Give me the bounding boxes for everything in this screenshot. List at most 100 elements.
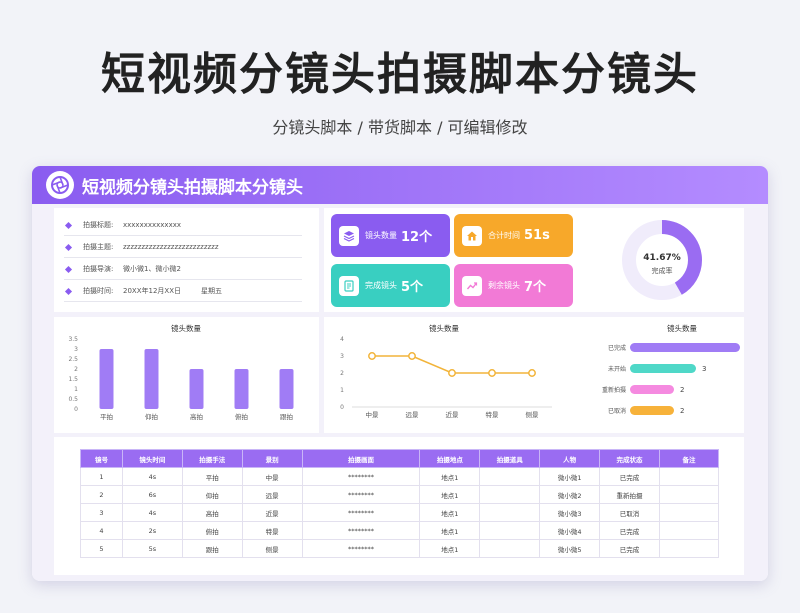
table-header-cell: 镜号 <box>80 449 123 468</box>
table-cell: 5 <box>80 539 123 558</box>
table-header-cell: 拍摄手法 <box>181 449 243 468</box>
table-cell: ******** <box>301 539 421 558</box>
table-cell: 4s <box>121 503 183 522</box>
table-body: 1 4s 平拍 中景 ******** 地点1 微小微1 已完成 2 6s 仰拍 远景 ********… <box>80 467 720 558</box>
table-cell: 3 <box>80 503 123 522</box>
trend-icon <box>462 275 482 296</box>
home-icon <box>462 225 482 246</box>
bar <box>279 369 294 409</box>
table-cell: 微小微2 <box>539 485 601 504</box>
stat-card-done: 完成镜头 5个 <box>331 264 450 307</box>
bar <box>189 369 204 409</box>
y-tick-label: 0 <box>340 404 344 411</box>
info-weekday: 星期五 <box>201 287 222 295</box>
sheet-header: 短视频分镜头拍摄脚本分镜头 <box>32 166 768 204</box>
table-cell: ******** <box>301 503 421 522</box>
table-cell <box>658 485 720 504</box>
bar-chart-panel: 镜头数量 0 0.5 1 1.5 2 2.5 3 3.5 平拍 仰拍 高拍 俯拍 跟拍 <box>54 317 319 433</box>
y-tick-label: 2 <box>340 370 344 377</box>
hbar <box>630 385 674 394</box>
y-category-label: 已完成 <box>608 344 626 352</box>
table-cell: 2 <box>80 485 123 504</box>
table-row: 4 2s 俯拍 特景 ******** 地点1 微小微4 已完成 <box>80 521 720 540</box>
horizontal-bar-chart: 镜头数量已完成5未开始3重新拍摄2已取消2 <box>602 323 750 415</box>
dashboard-sheet: 短视频分镜头拍摄脚本分镜头 拍摄标题: xxxxxxxxxxxxxx 拍摄主题:… <box>32 166 768 581</box>
info-row-date: 拍摄时间: 20XX年12月XX日 星期五 <box>64 281 302 302</box>
table-header-cell: 完成状态 <box>599 449 660 468</box>
bar-chart: 镜头数量 0 0.5 1 1.5 2 2.5 3 3.5 平拍 仰拍 高拍 俯拍 跟拍 <box>68 323 294 421</box>
info-row-title: 拍摄标题: xxxxxxxxxxxxxx <box>64 215 302 236</box>
hbar <box>630 343 740 352</box>
hbar <box>630 406 674 415</box>
info-label: 拍摄时间: <box>83 287 114 295</box>
table-cell <box>658 521 720 540</box>
table-panel: 镜号 镜头时间 拍摄手法 景别 拍摄画面 拍摄地点 拍摄道具 人物 完成状态 备注 1 4s 平拍 中景… <box>54 437 744 575</box>
table-cell: 4 <box>80 521 123 540</box>
table-cell: 重新拍摄 <box>599 485 660 504</box>
y-tick-label: 3.5 <box>68 336 78 343</box>
info-label: 拍摄标题: <box>83 221 114 229</box>
table-cell: 高拍 <box>181 503 243 522</box>
chart-title: 镜头数量 <box>429 323 459 333</box>
table-row: 5 5s 跟拍 侧景 ******** 地点1 微小微5 已完成 <box>80 539 720 558</box>
y-tick-label: 2 <box>74 366 78 373</box>
diamond-bullet-icon <box>64 265 73 273</box>
stat-card-time: 合计时间 51s <box>454 214 573 257</box>
line-point <box>368 352 376 360</box>
table-cell <box>479 539 541 558</box>
x-tick-label: 特景 <box>486 410 500 419</box>
table-cell: 地点1 <box>419 485 481 504</box>
line-point <box>408 352 416 360</box>
stat-value: 7个 <box>524 280 547 295</box>
stat-label: 剩余镜头 <box>488 281 520 290</box>
x-tick-label: 仰拍 <box>145 412 158 421</box>
table-cell: 平拍 <box>181 467 243 486</box>
info-row-director: 拍摄导演: 微小微1、微小微2 <box>64 259 302 280</box>
table-cell: 已取消 <box>599 503 660 522</box>
table-cell: 6s <box>121 485 183 504</box>
table-cell <box>479 503 541 522</box>
table-cell: 2s <box>121 521 183 540</box>
line-point <box>448 369 456 377</box>
y-tick-label: 1 <box>74 386 78 393</box>
sheet-body: 拍摄标题: xxxxxxxxxxxxxx 拍摄主题: zzzzzzzzzzzzz… <box>32 204 768 581</box>
table-cell: 仰拍 <box>181 485 243 504</box>
info-label: 拍摄主题: <box>83 243 114 251</box>
table-cell: 远景 <box>241 485 303 504</box>
stats-panel: 镜头数量 12个 合计时间 51s 完成镜头 5个 剩余镜头 7个 41.67%… <box>324 208 744 312</box>
table-row: 3 4s 高拍 近景 ******** 地点1 微小微3 已取消 <box>80 503 720 522</box>
table-header-row: 镜号 镜头时间 拍摄手法 景别 拍摄画面 拍摄地点 拍摄道具 人物 完成状态 备注 <box>80 449 720 468</box>
table-cell: 已完成 <box>599 539 660 558</box>
table-cell: ******** <box>301 467 421 486</box>
table-cell: 近景 <box>241 503 303 522</box>
y-tick-label: 3 <box>74 346 78 353</box>
layers-icon <box>339 225 359 246</box>
table-cell: 侧景 <box>241 539 303 558</box>
y-category-label: 已取消 <box>608 407 626 415</box>
donut-value: 41.67% <box>643 253 681 263</box>
table-header-cell: 镜头时间 <box>121 449 183 468</box>
table-cell: 5s <box>121 539 183 558</box>
table-cell: 微小微5 <box>539 539 601 558</box>
stat-card-shots: 镜头数量 12个 <box>331 214 450 257</box>
table-cell: 俯拍 <box>181 521 243 540</box>
bar-value-label: 2 <box>680 407 684 415</box>
line-chart: 镜头数量 0 1 2 3 4 中景 远景 近景 特景 侧景 <box>340 323 552 419</box>
x-tick-label: 俯拍 <box>235 412 248 421</box>
table-cell: 地点1 <box>419 503 481 522</box>
chart-title: 镜头数量 <box>171 323 201 333</box>
y-tick-label: 3 <box>340 353 344 360</box>
hbar <box>630 364 696 373</box>
x-tick-label: 平拍 <box>100 412 113 421</box>
x-tick-label: 高拍 <box>190 412 203 421</box>
info-value: xxxxxxxxxxxxxx <box>123 221 181 229</box>
donut-label: 完成率 <box>652 266 673 275</box>
stat-value: 51s <box>524 228 550 243</box>
table-header-cell: 人物 <box>539 449 601 468</box>
table-cell <box>658 503 720 522</box>
y-tick-label: 2.5 <box>68 356 78 363</box>
y-tick-label: 0.5 <box>68 396 78 403</box>
table-header-cell: 景别 <box>241 449 303 468</box>
info-value: 20XX年12月XX日 <box>123 287 181 295</box>
table-cell: 已完成 <box>599 467 660 486</box>
